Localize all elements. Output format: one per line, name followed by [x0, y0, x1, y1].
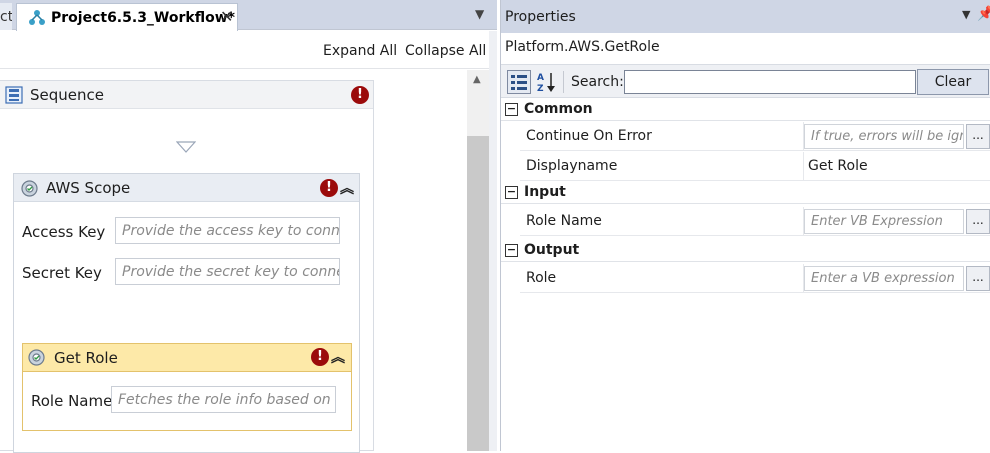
property-row-role[interactable]: Role Enter a VB expression ... [501, 264, 990, 293]
scrollbar-thumb[interactable] [467, 136, 489, 451]
tab-title: Project6.5.3_Workflow* [51, 10, 235, 26]
close-icon[interactable]: ✕ [220, 7, 233, 26]
svg-text:Z: Z [537, 84, 544, 94]
tab-list-dropdown-icon[interactable]: ▼ [475, 7, 484, 21]
access-key-label: Access Key [22, 223, 106, 241]
displayname-value[interactable]: Get Role [808, 158, 868, 174]
properties-title: Properties [505, 9, 576, 25]
aws-scope-activity[interactable]: AWS Scope ! ︽ Access Key Provide the acc… [13, 173, 360, 453]
toolbar-separator [563, 71, 564, 93]
search-input[interactable] [624, 70, 916, 94]
search-label: Search: [571, 74, 624, 90]
error-icon[interactable]: ! [351, 86, 369, 104]
error-icon[interactable]: ! [320, 179, 338, 197]
row-gutter [501, 207, 520, 236]
row-gutter [501, 152, 520, 181]
expand-all-button[interactable]: Expand All [323, 43, 397, 59]
property-row-displayname[interactable]: Displayname Get Role [501, 152, 990, 181]
tab-workflow[interactable]: Project6.5.3_Workflow* ✕ [16, 3, 238, 31]
category-label: Common [524, 101, 593, 117]
workflow-icon [29, 10, 45, 25]
previous-tab[interactable]: ct [0, 3, 12, 30]
category-label: Output [524, 242, 580, 258]
ellipsis-button[interactable]: ... [966, 124, 990, 149]
role-name-expression-input[interactable]: Enter VB Expression [804, 209, 964, 234]
get-role-title: Get Role [54, 349, 118, 367]
category-label: Input [524, 184, 566, 200]
designer-vertical-scrollbar[interactable]: ▲ [467, 70, 489, 451]
role-name-label: Role Name [31, 392, 113, 410]
ellipsis-button[interactable]: ... [966, 209, 990, 234]
previous-tab-label: ct [0, 9, 12, 25]
gear-icon [21, 180, 38, 197]
pin-icon[interactable]: 📌 [977, 6, 990, 22]
row-gutter [501, 264, 520, 293]
category-output[interactable]: − Output [501, 240, 990, 262]
row-gutter [501, 122, 520, 151]
sequence-icon [5, 86, 23, 104]
document-tabstrip: ct Project6.5.3_Workflow* ✕ ▼ [0, 0, 497, 31]
clear-button[interactable]: Clear [917, 69, 989, 95]
properties-title-bar: Properties ▼ 📌 [501, 0, 990, 33]
collapse-icon[interactable]: − [505, 244, 518, 257]
collapse-chevron-icon[interactable]: ︽ [340, 178, 354, 198]
ellipsis-button[interactable]: ... [966, 266, 990, 291]
sequence-title: Sequence [30, 86, 104, 104]
drop-target-arrow-icon[interactable] [176, 141, 196, 153]
property-name: Role Name [526, 213, 602, 229]
categorized-view-button[interactable] [507, 70, 531, 94]
role-name-input[interactable]: Fetches the role info based on name [111, 386, 336, 413]
collapse-icon[interactable]: − [505, 103, 518, 116]
collapse-icon[interactable]: − [505, 186, 518, 199]
panel-splitter[interactable] [489, 31, 497, 451]
categorized-icon [511, 75, 527, 90]
alphabetical-sort-button[interactable]: A Z [535, 70, 559, 94]
secret-key-label: Secret Key [22, 264, 102, 282]
property-name: Displayname [526, 158, 618, 174]
aws-scope-header[interactable]: AWS Scope ! ︽ [14, 174, 359, 202]
property-name: Role [526, 270, 557, 286]
sequence-header[interactable]: Sequence ! [0, 81, 373, 109]
role-expression-input[interactable]: Enter a VB expression [804, 266, 964, 291]
property-name: Continue On Error [526, 128, 652, 144]
property-row-role-name[interactable]: Role Name Enter VB Expression ... [501, 207, 990, 236]
sort-az-icon: A Z [537, 73, 555, 94]
column-separator [803, 152, 804, 181]
properties-toolbar: A Z Search: Clear [501, 64, 990, 98]
access-key-input[interactable]: Provide the access key to connect [115, 217, 340, 244]
collapse-chevron-icon[interactable]: ︽ [331, 347, 345, 367]
workflow-designer: ct Project6.5.3_Workflow* ✕ ▼ Expand All… [0, 0, 497, 453]
continue-on-error-input[interactable]: If true, errors will be ignored [804, 124, 964, 149]
sequence-activity[interactable]: Sequence ! AWS Scope ! ︽ Access Key Prov… [0, 80, 374, 453]
svg-text:A: A [537, 73, 544, 83]
get-role-activity[interactable]: Get Role ! ︽ Role Name Fetches the role … [22, 343, 352, 431]
category-input[interactable]: − Input [501, 182, 990, 204]
aws-scope-title: AWS Scope [46, 179, 131, 197]
selected-activity-name: Platform.AWS.GetRole [505, 39, 660, 55]
get-role-header[interactable]: Get Role ! ︽ [23, 344, 351, 372]
collapse-all-button[interactable]: Collapse All [405, 43, 486, 59]
properties-panel: Properties ▼ 📌 Platform.AWS.GetRole A Z [500, 0, 990, 451]
property-row-continue-on-error[interactable]: Continue On Error If true, errors will b… [501, 122, 990, 151]
scroll-up-icon[interactable]: ▲ [473, 74, 481, 85]
panel-menu-dropdown-icon[interactable]: ▼ [962, 8, 970, 21]
designer-toolbar: Expand All Collapse All [0, 31, 497, 69]
secret-key-input[interactable]: Provide the secret key to connect [115, 258, 340, 285]
category-common[interactable]: − Common [501, 99, 990, 121]
gear-icon [28, 349, 45, 366]
error-icon[interactable]: ! [311, 348, 329, 366]
